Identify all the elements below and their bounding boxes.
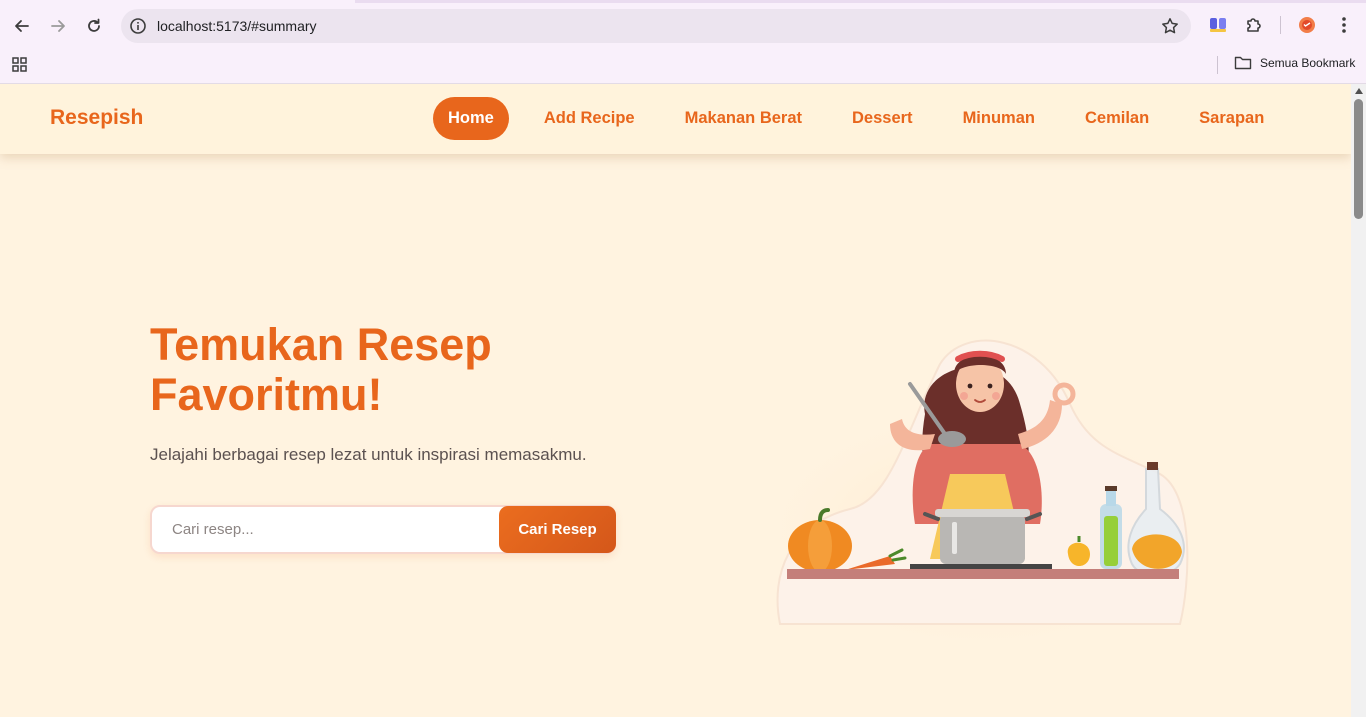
back-button[interactable] — [9, 13, 35, 39]
extensions-menu-button[interactable] — [1243, 14, 1265, 36]
folder-icon — [1234, 56, 1252, 70]
reload-icon — [88, 18, 100, 32]
apps-grid-icon[interactable] — [11, 56, 29, 79]
site-navbar: Resepish Home Add Recipe Makanan Berat D… — [0, 84, 1351, 154]
bookmarks-bar: Semua Bookmark — [0, 50, 1366, 84]
nav-link-sarapan[interactable]: Sarapan — [1174, 97, 1289, 140]
puzzle-icon — [1247, 18, 1261, 32]
scroll-up-arrow-icon[interactable] — [1355, 88, 1363, 95]
search-recipe-button[interactable]: Cari Resep — [499, 506, 616, 553]
extension-icon — [1210, 18, 1226, 32]
profile-icon — [1299, 17, 1315, 33]
page-scrollbar[interactable] — [1351, 84, 1366, 717]
all-bookmarks-button[interactable]: Semua Bookmark — [1234, 55, 1355, 71]
nav-link-add-recipe[interactable]: Add Recipe — [519, 97, 660, 140]
back-arrow-icon — [15, 20, 29, 32]
profile-button[interactable] — [1296, 14, 1318, 36]
nav-link-cemilan[interactable]: Cemilan — [1060, 97, 1174, 140]
kebab-menu-icon — [1342, 17, 1346, 33]
nav-link-minuman[interactable]: Minuman — [938, 97, 1060, 140]
nav-link-home[interactable]: Home — [433, 97, 509, 140]
site-info-icon[interactable] — [129, 17, 147, 40]
hero-subtitle: Jelajahi berbagai resep lezat untuk insp… — [150, 445, 587, 464]
extension-button[interactable] — [1207, 14, 1229, 36]
nav-link-makanan-berat[interactable]: Makanan Berat — [660, 97, 827, 140]
page-viewport: Resepish Home Add Recipe Makanan Berat D… — [0, 84, 1351, 717]
forward-button[interactable] — [45, 13, 71, 39]
browser-menu-button[interactable] — [1333, 14, 1355, 36]
hero-title-line2: Favoritmu! — [150, 369, 383, 420]
cooking-girl-illustration — [747, 339, 1217, 654]
all-bookmarks-label: Semua Bookmark — [1260, 56, 1356, 70]
toolbar-divider — [1280, 16, 1281, 34]
brand-logo[interactable]: Resepish — [50, 106, 143, 130]
recipe-search-form: Cari Resep — [150, 505, 616, 554]
nav-link-dessert[interactable]: Dessert — [827, 97, 938, 140]
tab-strip — [355, 0, 1366, 3]
nav-links: Home Add Recipe Makanan Berat Dessert Mi… — [433, 97, 1289, 140]
browser-toolbar: localhost:5173/#summary — [0, 0, 1366, 50]
hero-title-line1: Temukan Resep — [150, 319, 492, 370]
reload-button[interactable] — [81, 13, 107, 39]
address-bar[interactable]: localhost:5173/#summary — [121, 9, 1191, 43]
bookmarks-divider — [1217, 56, 1218, 74]
scrollbar-thumb[interactable] — [1354, 99, 1363, 219]
recipe-search-input[interactable] — [172, 507, 492, 552]
forward-arrow-icon — [51, 20, 65, 32]
bookmark-star-icon[interactable] — [1161, 17, 1179, 40]
url-text[interactable]: localhost:5173/#summary — [157, 18, 317, 34]
hero-title: Temukan Resep Favoritmu! — [150, 320, 670, 420]
